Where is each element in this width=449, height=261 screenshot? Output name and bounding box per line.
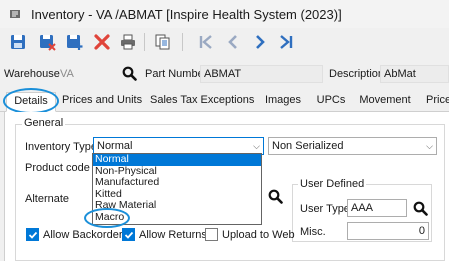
- delete-button[interactable]: [91, 31, 113, 53]
- first-record-icon: [199, 35, 212, 49]
- alternate-label: Alternate: [25, 193, 70, 205]
- toolbar-separator: [182, 33, 183, 51]
- window-title: Inventory - VA /ABMAT [Inspire Health Sy…: [31, 7, 342, 22]
- dropdown-option-normal[interactable]: Normal: [93, 153, 261, 166]
- tab-price[interactable]: Price: [426, 92, 449, 112]
- copy-icon: [155, 34, 170, 50]
- tab-prices-and-units[interactable]: Prices and Units: [62, 92, 142, 112]
- save-new-button[interactable]: [63, 31, 85, 53]
- print-icon: [121, 34, 135, 50]
- next-record-icon: [256, 35, 265, 49]
- serial-type-select[interactable]: Non Serialized ⌵: [268, 137, 437, 155]
- toolbar: [0, 28, 449, 56]
- tab-upcs[interactable]: UPCs: [314, 92, 348, 112]
- allow-returns-checkbox[interactable]: Allow Returns: [122, 228, 207, 241]
- first-record-button[interactable]: [195, 31, 217, 53]
- dropdown-option-macro[interactable]: Macro: [93, 211, 261, 224]
- last-record-button[interactable]: [275, 31, 297, 53]
- serial-type-value: Non Serialized: [272, 140, 344, 152]
- inventory-type-dropdown-list: Normal Non-Physical Manufactured Kitted …: [92, 153, 262, 225]
- copy-button[interactable]: [152, 31, 174, 53]
- tab-images[interactable]: Images: [262, 92, 304, 112]
- allow-backorders-label: Allow Backorders: [43, 228, 128, 241]
- part-number-label: Part Number: [145, 68, 208, 80]
- save-close-icon: [40, 35, 56, 51]
- allow-backorders-checkbox[interactable]: Allow Backorders: [26, 228, 128, 241]
- warehouse-label: Warehouse: [4, 68, 60, 80]
- app-icon: [10, 10, 20, 18]
- user-defined-group-title: User Defined: [298, 178, 367, 190]
- tab-details[interactable]: Details: [6, 92, 56, 112]
- print-button[interactable]: [117, 31, 139, 53]
- inventory-type-value: Normal: [97, 140, 133, 152]
- next-record-button[interactable]: [249, 31, 271, 53]
- description-label: Description: [329, 68, 385, 80]
- header-fields: Warehouse VA Part Number ABMAT Descripti…: [0, 60, 449, 88]
- save-new-icon: [67, 35, 83, 50]
- empty-checkbox-icon: [205, 228, 218, 241]
- previous-record-icon: [228, 35, 237, 49]
- user-type-label: User Type: [300, 203, 350, 215]
- product-code-label: Product code: [25, 162, 90, 174]
- chevron-down-icon: ⌵: [426, 141, 433, 151]
- save-button[interactable]: [7, 31, 29, 53]
- save-close-button[interactable]: [36, 31, 58, 53]
- general-group-title: General: [22, 117, 66, 129]
- description-field[interactable]: AbMat: [380, 65, 449, 83]
- previous-record-button[interactable]: [222, 31, 244, 53]
- tab-sales-tax-exceptions[interactable]: Sales Tax Exceptions: [150, 92, 254, 112]
- tab-strip: Details Prices and Units Sales Tax Excep…: [0, 88, 449, 112]
- last-record-icon: [280, 35, 293, 49]
- delete-icon: [94, 34, 110, 50]
- tab-movement[interactable]: Movement: [358, 92, 412, 112]
- title-bar: Inventory - VA /ABMAT [Inspire Health Sy…: [0, 0, 449, 28]
- checkmark-icon: [26, 228, 39, 241]
- upload-to-web-label: Upload to Web: [222, 228, 295, 241]
- search-icon[interactable]: [413, 201, 428, 216]
- part-number-field[interactable]: ABMAT: [200, 65, 323, 83]
- toolbar-separator: [144, 33, 145, 51]
- checkmark-icon: [122, 228, 135, 241]
- upload-to-web-checkbox[interactable]: Upload to Web: [205, 228, 295, 241]
- user-type-field[interactable]: AAA: [347, 199, 407, 217]
- misc-field[interactable]: 0: [347, 222, 429, 240]
- allow-returns-label: Allow Returns: [139, 228, 207, 241]
- misc-label: Misc.: [300, 226, 326, 238]
- search-icon[interactable]: [268, 189, 283, 204]
- inventory-type-label: Inventory Type: [25, 141, 97, 153]
- save-icon: [11, 35, 25, 49]
- chevron-down-icon: ⌵: [253, 141, 260, 151]
- search-icon[interactable]: [122, 66, 137, 81]
- warehouse-value: VA: [60, 68, 74, 80]
